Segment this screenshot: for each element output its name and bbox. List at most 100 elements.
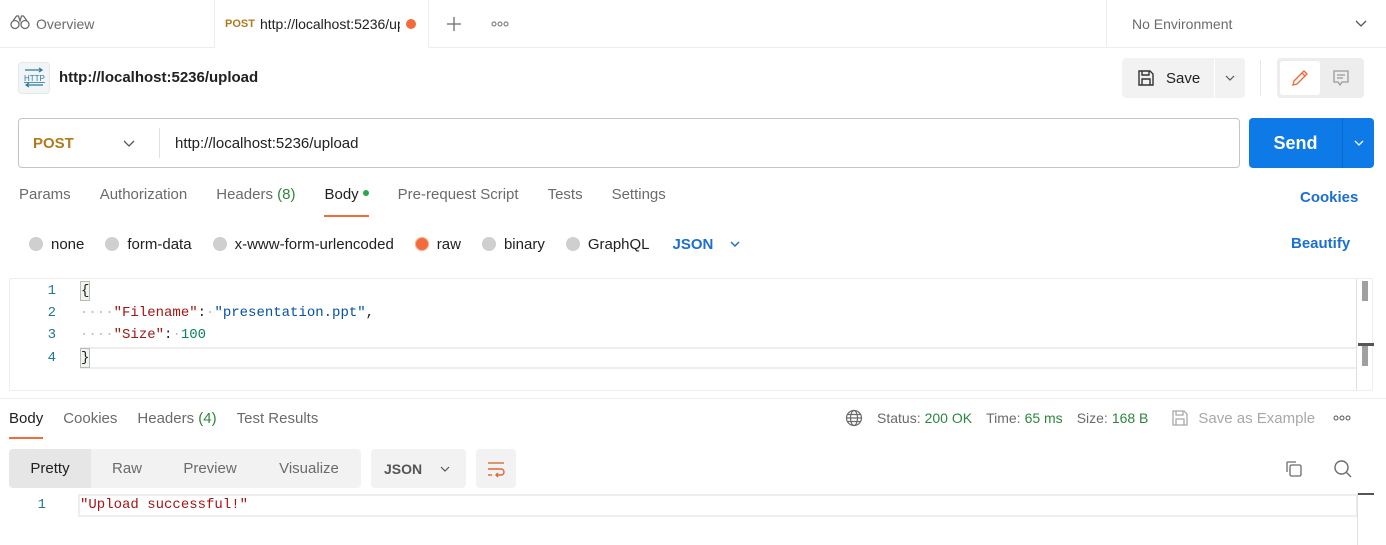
radio-circle	[29, 237, 43, 251]
status-value[interactable]: 200 OK	[925, 410, 972, 426]
code-line: 1 "Upload successful!"	[0, 494, 1386, 516]
save-label: Save	[1166, 69, 1201, 87]
scrollbar-thumb[interactable]	[1362, 346, 1368, 366]
pencil-icon	[1292, 70, 1308, 86]
tab-method: POST	[225, 18, 255, 30]
tab-options-button[interactable]	[486, 10, 514, 38]
view-raw[interactable]: Raw	[91, 449, 163, 488]
comments-button[interactable]	[1321, 61, 1361, 95]
line-number: 3	[47, 327, 56, 343]
chevron-down-icon	[123, 140, 135, 147]
svg-text:HTTP: HTTP	[24, 74, 45, 83]
response-body-viewer[interactable]: 1 "Upload successful!"	[0, 493, 1386, 545]
tab-headers[interactable]: Headers (8)	[216, 186, 295, 216]
method-select[interactable]: POST	[19, 119, 159, 167]
response-scrollbar[interactable]	[1357, 493, 1374, 545]
cookies-link[interactable]: Cookies	[1300, 189, 1358, 206]
headers-count: (4)	[198, 410, 217, 427]
radio-binary[interactable]: binary	[481, 236, 545, 253]
radio-none[interactable]: none	[29, 236, 84, 253]
scrollbar-thumb[interactable]	[1362, 281, 1368, 301]
radio-graphql[interactable]: GraphQL	[565, 235, 650, 253]
time-value[interactable]: 65 ms	[1025, 410, 1063, 426]
more-dots-icon	[491, 21, 509, 27]
save-as-example-label: Save as Example	[1198, 409, 1316, 427]
tab-label: Headers	[216, 186, 273, 203]
save-options-button[interactable]	[1215, 58, 1245, 98]
radio-circle	[105, 237, 120, 251]
chevron-down-icon	[440, 466, 450, 472]
globe-icon[interactable]	[845, 409, 863, 427]
tab-params[interactable]: Params	[19, 186, 71, 216]
search-button[interactable]	[1330, 456, 1356, 482]
raw-format-select[interactable]: JSON	[673, 236, 742, 253]
tab-test-results[interactable]: Test Results	[237, 410, 319, 438]
url-divider	[159, 128, 160, 158]
tab-label: Body	[324, 186, 359, 203]
content-indicator-dot	[362, 190, 369, 197]
response-tabs: Body Cookies Headers (4) Test Results	[9, 410, 338, 439]
http-request-icon: HTTP	[18, 62, 50, 94]
wrap-lines-button[interactable]	[476, 449, 516, 488]
radio-circle	[212, 237, 227, 251]
wrap-lines-icon	[488, 461, 505, 477]
environment-label: No Environment	[1132, 16, 1233, 32]
search-icon	[1334, 460, 1352, 478]
view-visualize[interactable]: Visualize	[257, 449, 361, 488]
edit-mode-button[interactable]	[1280, 61, 1320, 95]
tab-request-active[interactable]: POST http://localhost:5236/upload	[214, 0, 429, 48]
view-pretty[interactable]: Pretty	[9, 449, 91, 488]
save-as-example-button[interactable]: Save as Example	[1170, 408, 1315, 428]
request-body-editor[interactable]: 1 { 2 ····"Filename":·"presentation.ppt"…	[9, 278, 1374, 391]
tab-settings[interactable]: Settings	[612, 186, 666, 216]
tab-label: Body	[9, 410, 44, 427]
radio-label: none	[51, 235, 85, 253]
send-button[interactable]: Send	[1249, 118, 1342, 168]
scrollbar-cursor-marker	[1358, 493, 1374, 495]
tab-label: Params	[19, 186, 71, 203]
tab-body[interactable]: Body	[324, 186, 369, 217]
more-dots-icon[interactable]	[1333, 415, 1351, 421]
response-format-select[interactable]: JSON	[371, 449, 466, 488]
tab-pre-request-script[interactable]: Pre-request Script	[398, 186, 519, 216]
send-options-button[interactable]	[1342, 118, 1374, 168]
response-format-value: JSON	[384, 460, 423, 477]
view-preview[interactable]: Preview	[163, 449, 257, 488]
plus-icon	[447, 17, 461, 31]
tab-authorization[interactable]: Authorization	[100, 186, 188, 216]
tab-tests[interactable]: Tests	[548, 186, 583, 216]
url-input[interactable]	[175, 134, 1175, 152]
size-label: Size:	[1076, 410, 1108, 426]
tab-response-cookies[interactable]: Cookies	[63, 410, 117, 438]
chevron-down-icon	[1355, 20, 1367, 27]
code-text: {	[80, 280, 91, 302]
beautify-link[interactable]: Beautify	[1291, 235, 1350, 252]
response-view-tabs: Pretty Raw Preview Visualize	[9, 449, 361, 488]
radio-label: GraphQL	[587, 235, 650, 253]
save-button[interactable]: Save	[1122, 58, 1214, 98]
tab-label: Cookies	[63, 410, 118, 427]
radio-label: x-www-form-urlencoded	[234, 235, 394, 253]
size-value[interactable]: 168 B	[1112, 410, 1149, 426]
editor-scrollbar[interactable]	[1356, 279, 1374, 390]
code-text: ····"Size":·100	[80, 327, 207, 343]
tab-response-headers[interactable]: Headers (4)	[137, 410, 216, 438]
tab-overview[interactable]: Overview	[0, 0, 214, 47]
copy-button[interactable]	[1281, 456, 1307, 482]
radio-raw[interactable]: raw	[414, 236, 461, 253]
new-tab-button[interactable]	[440, 10, 468, 38]
copy-icon	[1286, 461, 1302, 477]
code-text: ····"Filename":·"presentation.ppt",	[80, 305, 375, 321]
method-value: POST	[33, 134, 74, 152]
chevron-down-icon	[1225, 75, 1235, 81]
chevron-down-icon	[730, 241, 740, 248]
code-line: 2 ····"Filename":·"presentation.ppt",	[10, 302, 1372, 324]
request-title[interactable]: http://localhost:5236/upload	[59, 69, 258, 86]
radio-form-data[interactable]: form-data	[105, 235, 192, 253]
radio-label: form-data	[127, 235, 192, 253]
pane-divider[interactable]	[0, 398, 1386, 399]
tab-response-body[interactable]: Body	[9, 410, 44, 439]
tab-label: Authorization	[99, 186, 188, 203]
radio-x-www-form-urlencoded[interactable]: x-www-form-urlencoded	[212, 235, 394, 253]
environment-selector[interactable]: No Environment	[1106, 0, 1386, 48]
